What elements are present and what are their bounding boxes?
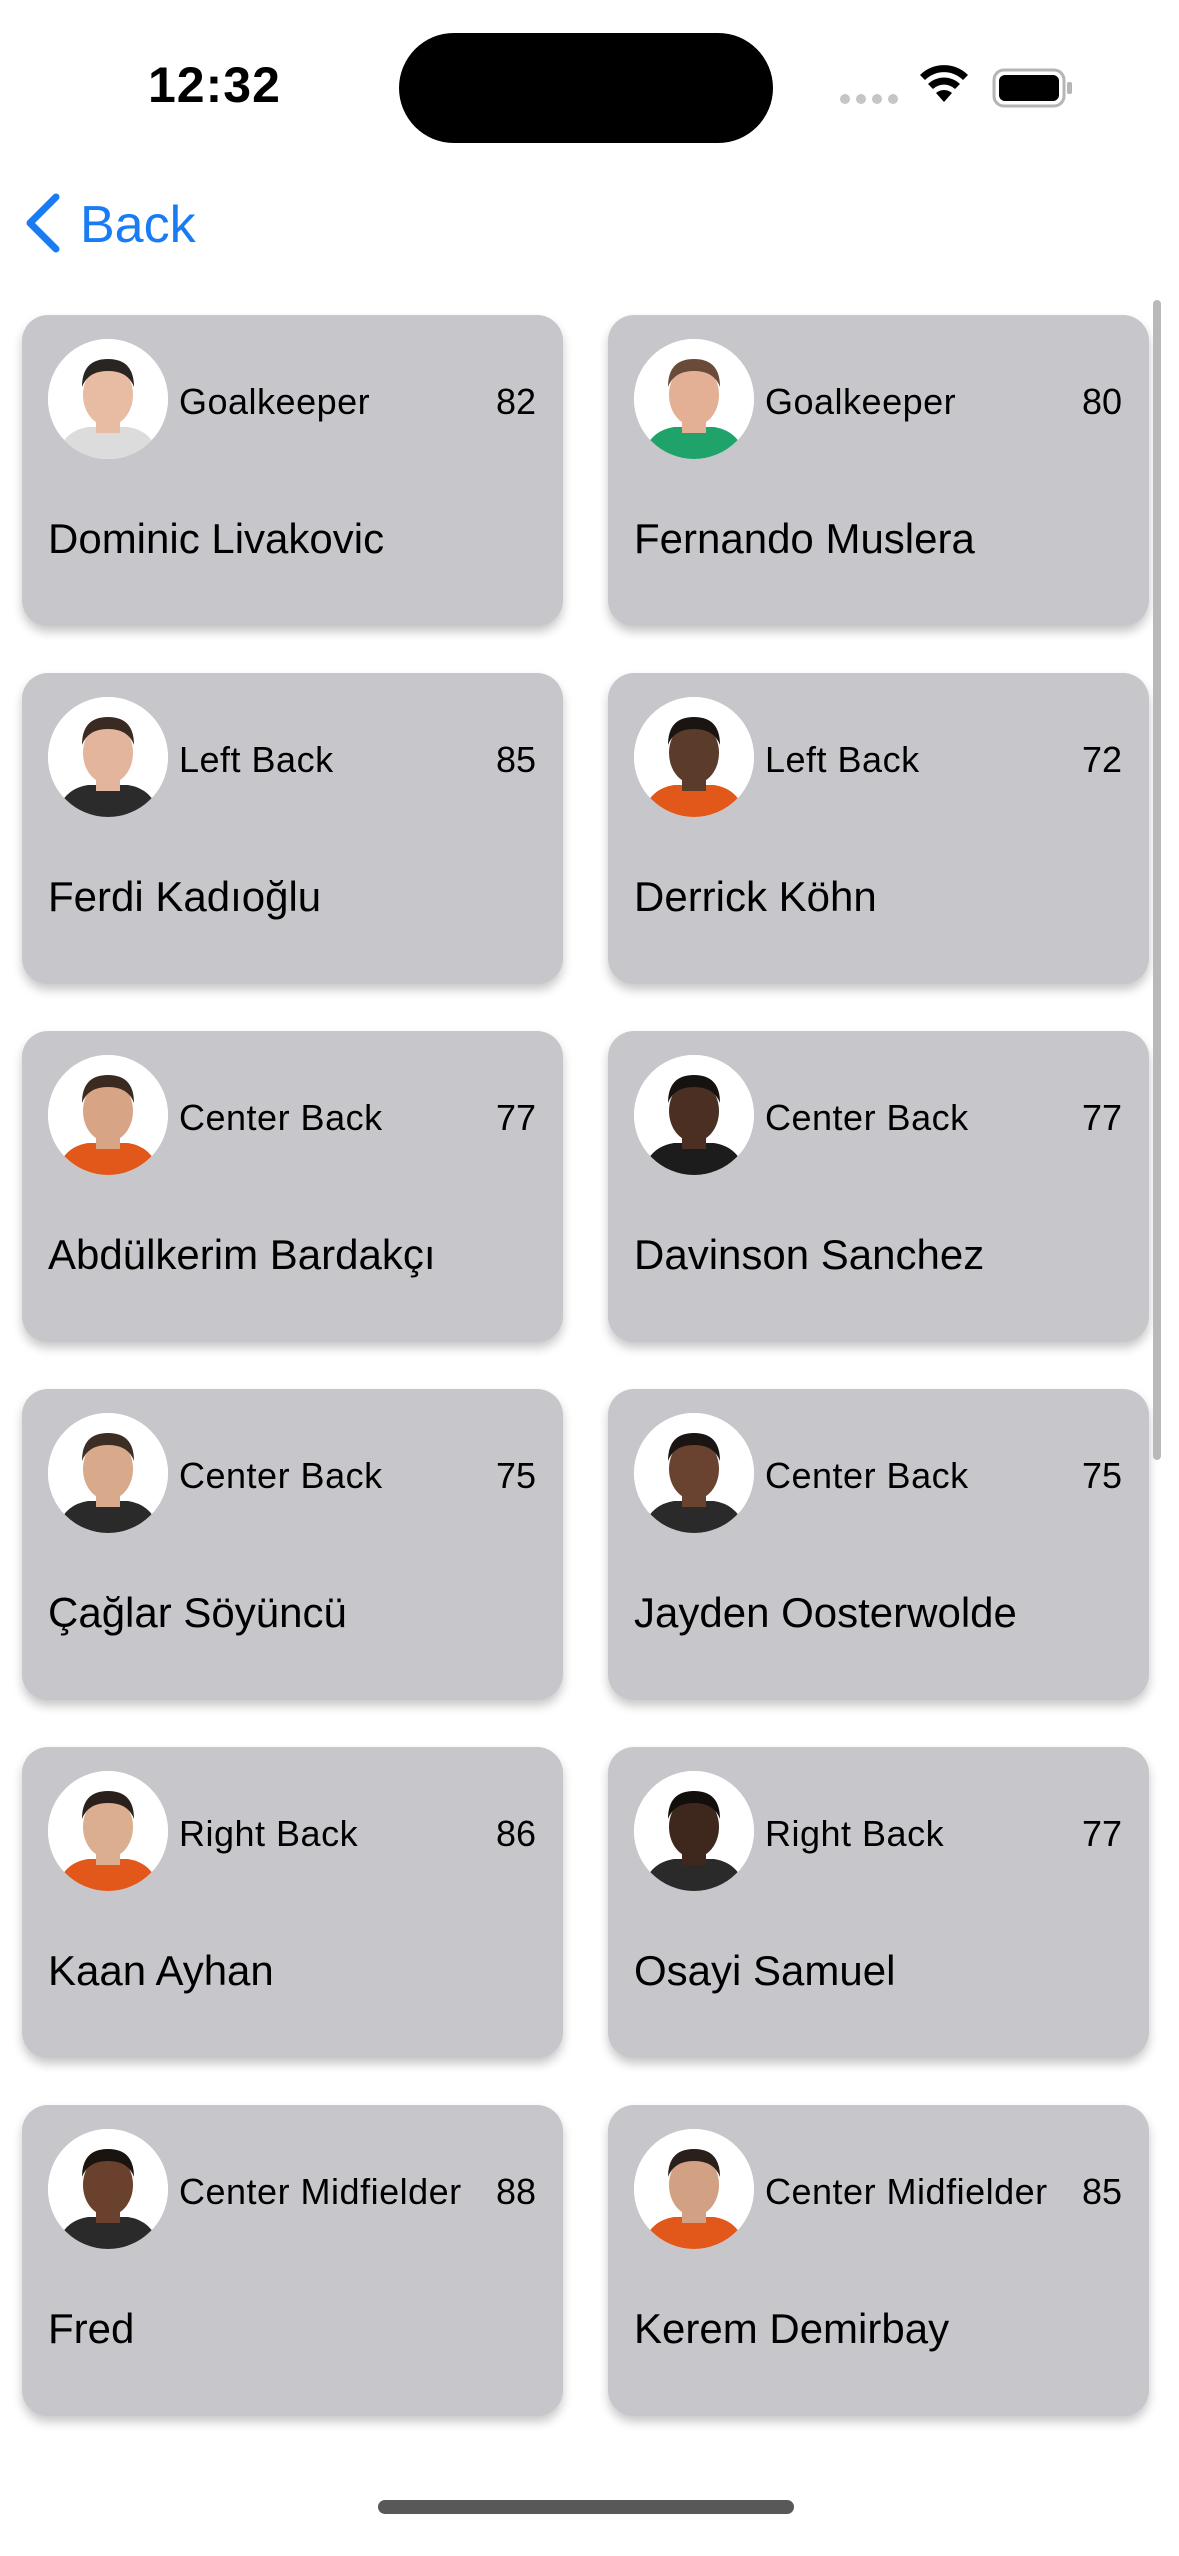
player-name: Kaan Ayhan [48, 1947, 274, 1994]
player-position: Goalkeeper [179, 381, 371, 422]
player-rating: 77 [495, 1097, 536, 1138]
player-avatar [48, 1413, 168, 1533]
player-rating: 77 [1081, 1097, 1122, 1138]
player-position: Left Back [179, 739, 334, 780]
player-card[interactable]: Center Back 75 Jayden Oosterwolde [608, 1389, 1149, 1700]
player-card[interactable]: Center Back 77 Abdülkerim Bardakçı [22, 1031, 563, 1342]
player-position: Right Back [179, 1813, 359, 1854]
player-avatar [634, 339, 754, 459]
player-card[interactable]: Center Back 75 Çağlar Söyüncü [22, 1389, 563, 1700]
player-card[interactable]: Goalkeeper 80 Fernando Muslera [608, 315, 1149, 626]
player-name: Osayi Samuel [634, 1947, 896, 1994]
player-rating: 86 [495, 1813, 536, 1854]
player-avatar [634, 1055, 754, 1175]
player-rating: 85 [1081, 2171, 1122, 2212]
player-name: Dominic Livakovic [48, 515, 385, 562]
player-card[interactable]: Right Back 86 Kaan Ayhan [22, 1747, 563, 2058]
dynamic-island [399, 33, 773, 143]
player-position: Center Back [179, 1455, 383, 1496]
player-rating: 75 [1081, 1455, 1122, 1496]
player-rating: 75 [495, 1455, 536, 1496]
scrollbar[interactable] [1153, 300, 1161, 1460]
player-position: Center Back [765, 1455, 969, 1496]
player-avatar [48, 1055, 168, 1175]
player-avatar [48, 1771, 168, 1891]
player-rating: 72 [1081, 739, 1122, 780]
player-avatar [48, 697, 168, 817]
player-rating: 85 [495, 739, 536, 780]
wifi-icon [918, 64, 970, 109]
back-button[interactable]: Back [22, 190, 196, 260]
player-avatar [48, 339, 168, 459]
player-position: Center Back [765, 1097, 969, 1138]
player-name: Derrick Köhn [634, 873, 877, 920]
player-position: Center Midfielder [179, 2171, 462, 2212]
player-rating: 80 [1081, 381, 1122, 422]
player-name: Kerem Demirbay [634, 2305, 950, 2352]
player-position: Goalkeeper [765, 381, 957, 422]
player-position: Center Midfielder [765, 2171, 1048, 2212]
back-label: Back [80, 196, 196, 254]
player-position: Left Back [765, 739, 920, 780]
player-name: Fernando Muslera [634, 515, 975, 562]
player-card[interactable]: Center Midfielder 88 Fred [22, 2105, 563, 2416]
player-name: Abdülkerim Bardakçı [48, 1231, 436, 1278]
player-position: Right Back [765, 1813, 945, 1854]
chevron-left-icon [22, 193, 62, 258]
status-time: 12:32 [148, 57, 281, 113]
player-name: Jayden Oosterwolde [634, 1589, 1017, 1636]
player-name: Fred [48, 2305, 135, 2352]
battery-icon [992, 68, 1074, 113]
player-rating: 77 [1081, 1813, 1122, 1854]
home-indicator[interactable] [378, 2500, 794, 2514]
player-card[interactable]: Left Back 72 Derrick Köhn [608, 673, 1149, 984]
player-rating: 88 [495, 2171, 536, 2212]
player-avatar [634, 1771, 754, 1891]
player-position: Center Back [179, 1097, 383, 1138]
cellular-signal-icon [840, 94, 898, 104]
player-name: Davinson Sanchez [634, 1231, 985, 1278]
player-name: Ferdi Kadıoğlu [48, 873, 322, 920]
player-card[interactable]: Left Back 85 Ferdi Kadıoğlu [22, 673, 563, 984]
player-card[interactable]: Center Midfielder 85 Kerem Demirbay [608, 2105, 1149, 2416]
player-avatar [48, 2129, 168, 2249]
player-card[interactable]: Right Back 77 Osayi Samuel [608, 1747, 1149, 2058]
player-name: Çağlar Söyüncü [48, 1589, 347, 1636]
player-avatar [634, 1413, 754, 1533]
player-grid: Goalkeeper 82 Dominic Livakovic Goalkeep… [22, 315, 1149, 2416]
player-avatar [634, 697, 754, 817]
player-avatar [634, 2129, 754, 2249]
player-rating: 82 [495, 381, 536, 422]
player-card[interactable]: Goalkeeper 82 Dominic Livakovic [22, 315, 563, 626]
player-card[interactable]: Center Back 77 Davinson Sanchez [608, 1031, 1149, 1342]
